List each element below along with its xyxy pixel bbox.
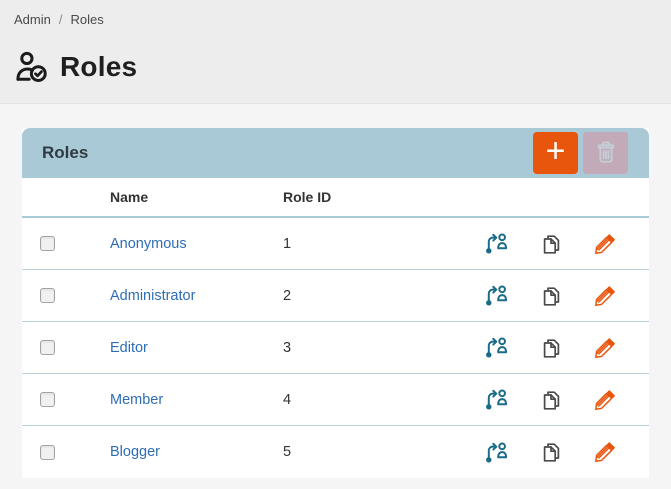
edit-button[interactable] [593,336,617,360]
pencil-icon [593,388,617,412]
role-name-link[interactable]: Administrator [110,288,195,304]
user-arrow-icon [484,440,509,465]
role-name-link[interactable]: Anonymous [110,236,187,252]
role-name-link[interactable]: Editor [110,340,148,356]
table-row: Member 4 [22,374,649,426]
row-checkbox[interactable] [40,340,55,355]
permissions-button[interactable] [484,335,509,360]
pencil-icon [593,336,617,360]
roles-table: Name Role ID Anonymous 1 [22,178,649,478]
copy-button[interactable] [539,232,563,256]
role-id-value: 3 [283,340,484,356]
row-checkbox[interactable] [40,392,55,407]
permissions-button[interactable] [484,387,509,412]
copy-icon [539,388,563,412]
page-header: Admin / Roles Roles [0,0,671,104]
role-id-value: 5 [283,444,484,460]
permissions-button[interactable] [484,283,509,308]
breadcrumb-admin[interactable]: Admin [14,12,51,27]
edit-button[interactable] [593,284,617,308]
row-checkbox[interactable] [40,288,55,303]
roles-panel: Roles + Nam [22,128,649,478]
panel-header: Roles + [22,128,649,178]
table-row: Editor 3 [22,322,649,374]
role-id-value: 2 [283,288,484,304]
user-arrow-icon [484,335,509,360]
plus-icon: + [546,134,566,168]
edit-button[interactable] [593,388,617,412]
copy-button[interactable] [539,440,563,464]
row-checkbox[interactable] [40,236,55,251]
add-role-button[interactable]: + [533,132,578,174]
user-arrow-icon [484,231,509,256]
breadcrumb-separator: / [59,12,63,27]
copy-icon [539,440,563,464]
role-id-value: 1 [283,236,484,252]
user-arrow-icon [484,283,509,308]
copy-icon [539,336,563,360]
role-name-link[interactable]: Member [110,392,163,408]
table-row: Anonymous 1 [22,218,649,270]
column-header-name: Name [110,189,283,205]
delete-roles-button[interactable] [583,132,628,174]
panel-title: Roles [42,143,88,163]
roles-table-body: Anonymous 1 [22,218,649,478]
table-row: Blogger 5 [22,426,649,478]
page-title: Roles [60,51,137,83]
copy-icon [539,232,563,256]
permissions-button[interactable] [484,440,509,465]
permissions-button[interactable] [484,231,509,256]
copy-icon [539,284,563,308]
copy-button[interactable] [539,336,563,360]
table-header-row: Name Role ID [22,178,649,218]
user-arrow-icon [484,387,509,412]
role-name-link[interactable]: Blogger [110,444,160,460]
edit-button[interactable] [593,232,617,256]
copy-button[interactable] [539,388,563,412]
breadcrumb: Admin / Roles [14,12,657,27]
table-row: Administrator 2 [22,270,649,322]
trash-icon [593,139,619,168]
pencil-icon [593,232,617,256]
edit-button[interactable] [593,440,617,464]
row-checkbox[interactable] [40,445,55,460]
breadcrumb-roles: Roles [70,12,103,27]
role-id-value: 4 [283,392,484,408]
column-header-role-id: Role ID [283,189,649,205]
pencil-icon [593,440,617,464]
pencil-icon [593,284,617,308]
copy-button[interactable] [539,284,563,308]
user-check-icon [14,49,50,85]
